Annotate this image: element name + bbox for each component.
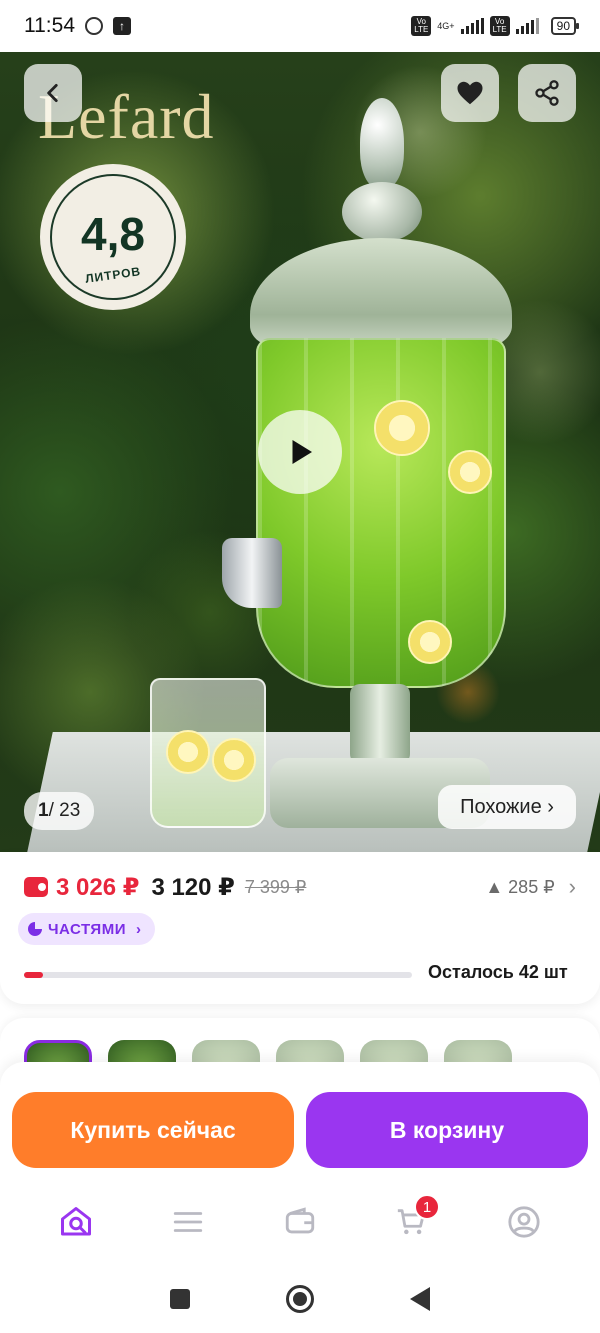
chevron-right-icon: › [135, 920, 142, 938]
dispenser-lid [250, 238, 512, 348]
dispenser-body [256, 338, 506, 688]
add-to-cart-button[interactable]: В корзину [306, 1092, 588, 1168]
price-delta-value: ▲ 285 ₽ [485, 876, 555, 897]
share-icon [535, 80, 559, 106]
volume-unit: ЛИТРОВ [84, 264, 142, 286]
action-bar: Купить сейчас В корзину [0, 1062, 600, 1180]
price-delta: ▲ 285 ₽ [485, 877, 554, 898]
signal-icon-2 [515, 18, 539, 34]
price-card: 3 026 ₽ 3 120 ₽ 7 399 ₽ ▲ 285 ₽ › ЧАСТЯМ… [0, 852, 600, 1004]
status-right: Vo LTE 4G+ Vo LTE 90 [411, 16, 580, 36]
stock-progress-bar [24, 972, 412, 978]
back-button[interactable] [24, 64, 82, 122]
stock-progress-fill [24, 972, 44, 978]
similar-products-button[interactable]: Похожие › [438, 785, 576, 829]
cart-count-badge: 1 [414, 1194, 440, 1220]
image-counter: 1/ 23 [24, 792, 95, 830]
stock-remaining: Осталось 42 шт [428, 962, 568, 982]
installments-button[interactable]: ЧАСТЯМИ › [18, 913, 156, 945]
card-price: 3 026 ₽ [56, 873, 140, 901]
signal-icon [460, 18, 484, 34]
favorite-button[interactable] [441, 64, 499, 122]
status-left-icons: ↑ [85, 17, 131, 35]
volume-value: 4,8 [81, 208, 145, 260]
dispenser-knob [342, 182, 422, 242]
system-navigation [0, 1264, 600, 1333]
upload-icon: ↑ [113, 17, 131, 35]
play-video-button[interactable] [258, 410, 342, 494]
dispenser-tap [222, 538, 282, 608]
chevron-left-icon [47, 84, 58, 102]
lemon-slice [212, 738, 256, 782]
volte-icon-2: Vo LTE [489, 16, 510, 36]
network-type: 4G+ [437, 21, 455, 31]
volume-ring: 4,8 ЛИТРОВ [50, 174, 176, 300]
volume-badge: 4,8 ЛИТРОВ [40, 164, 186, 310]
glass-image [150, 678, 266, 828]
price-row[interactable]: 3 026 ₽ 3 120 ₽ 7 399 ₽ ▲ 285 ₽ › [24, 872, 576, 902]
play-icon [292, 440, 312, 464]
battery-indicator: 90 [550, 17, 580, 35]
dispenser-stem [350, 684, 410, 764]
catalog-icon [173, 1212, 203, 1232]
lemon-slice [448, 450, 492, 494]
lemon-slice [408, 620, 452, 664]
wallet-nav-icon [285, 1207, 315, 1234]
home-search-icon [61, 1207, 91, 1236]
product-image-carousel[interactable]: Lefard 4,8 ЛИТРОВ 1/ 23 Похожие › [0, 52, 600, 852]
wallet-icon [24, 877, 48, 897]
nav-profile[interactable] [494, 1192, 554, 1252]
bottom-navigation: 1 [0, 1180, 600, 1264]
lemon-slice [166, 730, 210, 774]
old-price: 7 399 ₽ [244, 876, 307, 897]
chevron-right-icon: › [568, 874, 576, 899]
nav-wallet[interactable] [270, 1192, 330, 1252]
share-button[interactable] [518, 64, 576, 122]
nav-home[interactable] [46, 1192, 106, 1252]
nav-catalog[interactable] [158, 1192, 218, 1252]
pie-icon [28, 922, 42, 936]
back-nav-button[interactable] [410, 1286, 430, 1311]
image-counter-current: 1 [38, 800, 49, 821]
lemon-slice [374, 400, 430, 456]
sync-icon [85, 17, 103, 35]
recent-apps-button[interactable] [170, 1288, 190, 1309]
profile-icon [508, 1206, 540, 1238]
home-button[interactable] [286, 1284, 314, 1313]
installments-label: ЧАСТЯМИ [48, 920, 126, 938]
status-time: 11:54 [24, 14, 75, 37]
nav-cart[interactable]: 1 [382, 1192, 442, 1252]
heart-icon [457, 81, 483, 105]
dispenser-finial [360, 98, 404, 188]
volte-icon: Vo LTE [411, 16, 432, 36]
buy-now-button[interactable]: Купить сейчас [12, 1092, 294, 1168]
regular-price: 3 120 ₽ [151, 873, 235, 901]
image-counter-total: / 23 [48, 800, 81, 821]
status-bar: 11:54 ↑ Vo LTE 4G+ Vo LTE 90 [0, 0, 600, 52]
